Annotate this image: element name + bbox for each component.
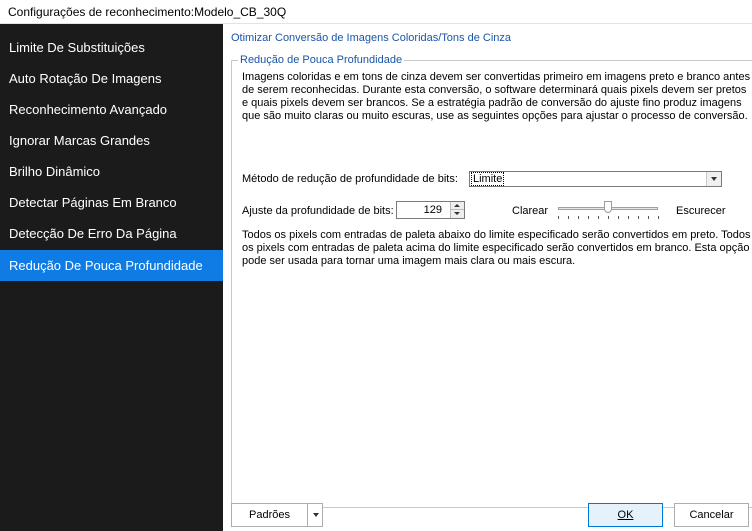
lighten-label: Clarear (512, 205, 549, 217)
slider-tick (618, 216, 619, 219)
depth-stepper[interactable]: 129 (396, 201, 465, 219)
slider-tick (588, 216, 589, 219)
slider-tick (558, 216, 559, 219)
chevron-down-icon[interactable] (307, 504, 323, 526)
settings-group: Redução de Pouca Profundidade Imagens co… (231, 54, 752, 508)
window-title: Configurações de reconhecimento:Modelo_C… (8, 5, 287, 19)
title-bar: Configurações de reconhecimento:Modelo_C… (0, 0, 752, 24)
slider-tick (608, 216, 609, 219)
sidebar-item-label: Ignorar Marcas Grandes (9, 133, 150, 148)
page-heading: Otimizar Conversão de Imagens Coloridas/… (231, 32, 512, 44)
sidebar-item-label: Reconhecimento Avançado (9, 102, 168, 117)
sidebar-item-reducao-profundidade[interactable]: Redução De Pouca Profundidade (0, 250, 223, 281)
cancel-button[interactable]: Cancelar (674, 503, 749, 527)
threshold-note: Todos os pixels com entradas de paleta a… (242, 229, 751, 267)
slider-tick (598, 216, 599, 219)
sidebar-item-brilho-dinamico[interactable]: Brilho Dinâmico (0, 156, 223, 187)
description-text: Imagens coloridas e em tons de cinza dev… (242, 71, 751, 122)
slider-thumb[interactable] (604, 201, 612, 213)
slider-tick (648, 216, 649, 219)
stepper-up-icon[interactable] (451, 202, 464, 210)
depth-value: 129 (423, 204, 442, 216)
sidebar-item-auto-rotacao[interactable]: Auto Rotação De Imagens (0, 63, 223, 94)
slider-tick (568, 216, 569, 219)
slider-tick (578, 216, 579, 219)
sidebar-item-limite-substituicoes[interactable]: Limite De Substituições (0, 32, 223, 63)
method-label: Método de redução de profundidade de bit… (242, 173, 458, 185)
ok-label: OK (617, 509, 634, 521)
sidebar-item-label: Redução De Pouca Profundidade (9, 258, 203, 273)
sidebar-item-deteccao-erro[interactable]: Detecção De Erro Da Página (0, 218, 223, 249)
defaults-button[interactable]: Padrões (231, 503, 323, 527)
ok-button[interactable]: OK (588, 503, 663, 527)
method-select-value: Limite (470, 172, 505, 186)
brightness-slider[interactable] (554, 201, 662, 221)
sidebar-item-label: Detecção De Erro Da Página (9, 226, 177, 241)
method-select[interactable]: Limite (469, 171, 722, 187)
sidebar: Limite De Substituições Auto Rotação De … (0, 24, 223, 531)
cancel-label: Cancelar (689, 509, 734, 521)
sidebar-item-label: Auto Rotação De Imagens (9, 71, 162, 86)
sidebar-item-label: Detectar Páginas Em Branco (9, 195, 177, 210)
sidebar-item-label: Brilho Dinâmico (9, 164, 101, 179)
defaults-label: Padrões (249, 509, 290, 521)
main-content: Otimizar Conversão de Imagens Coloridas/… (223, 24, 752, 531)
depth-label: Ajuste da profundidade de bits: (242, 205, 394, 217)
sidebar-item-reconhecimento-avancado[interactable]: Reconhecimento Avançado (0, 94, 223, 125)
slider-tick (628, 216, 629, 219)
slider-tick (638, 216, 639, 219)
stepper-down-icon[interactable] (451, 210, 464, 218)
sidebar-item-ignorar-marcas[interactable]: Ignorar Marcas Grandes (0, 125, 223, 156)
slider-tick (658, 216, 659, 219)
chevron-down-icon[interactable] (706, 172, 721, 186)
sidebar-item-detectar-paginas[interactable]: Detectar Páginas Em Branco (0, 187, 223, 218)
darken-label: Escurecer (676, 205, 726, 217)
sidebar-item-label: Limite De Substituições (9, 40, 145, 55)
group-title: Redução de Pouca Profundidade (238, 54, 405, 66)
